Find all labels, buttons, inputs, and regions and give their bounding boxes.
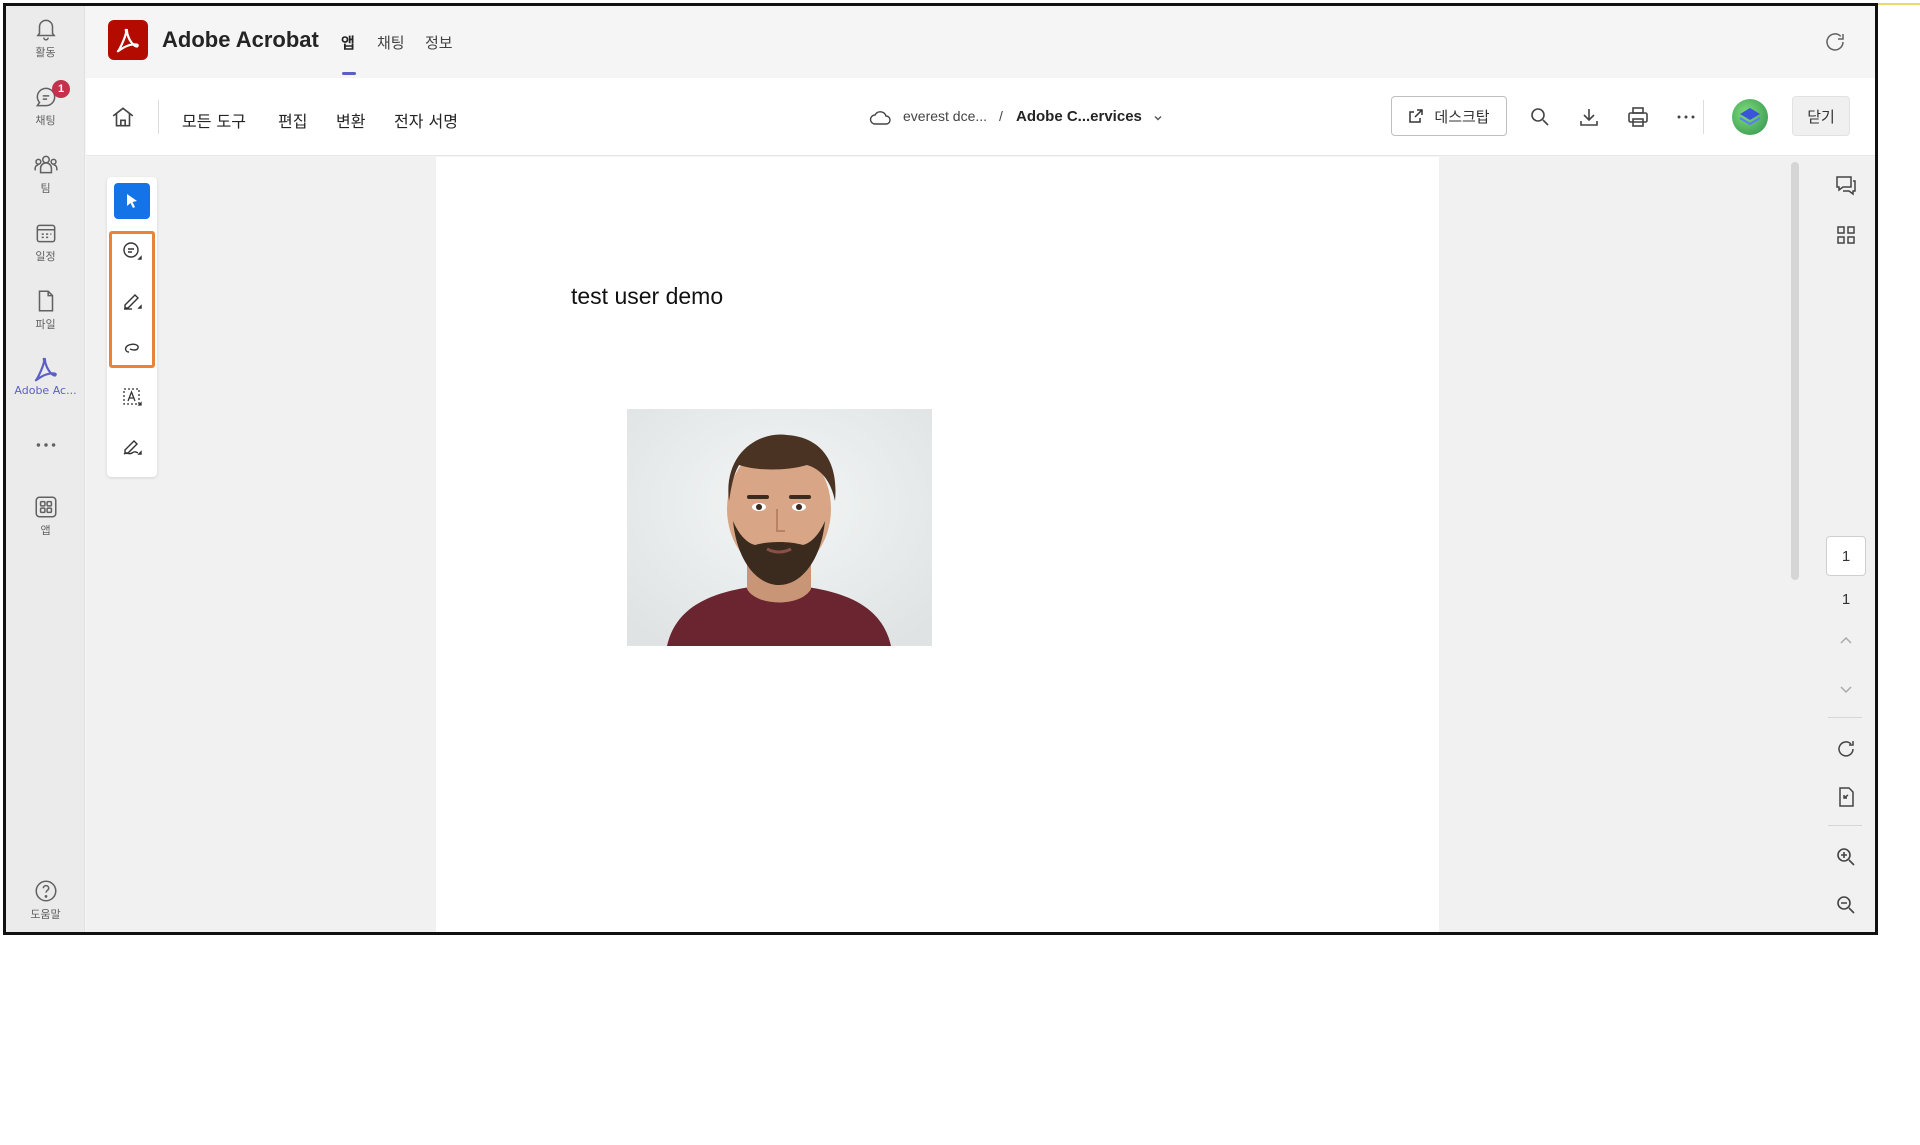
comment-tool[interactable]: [114, 233, 150, 269]
calendar-icon: [36, 224, 55, 243]
breadcrumb-location[interactable]: everest dce...: [903, 108, 987, 124]
vertical-scrollbar[interactable]: [1791, 162, 1799, 580]
page-fit-icon[interactable]: [1834, 785, 1858, 809]
rail-label: 도움말: [30, 908, 61, 921]
cursor-icon: [127, 194, 137, 208]
text-box-icon: [123, 388, 142, 406]
rail-label: 채팅: [35, 114, 56, 127]
acrobat-icon: [34, 357, 57, 382]
select-tool[interactable]: [114, 183, 150, 219]
acrobat-logo-icon: [108, 20, 148, 60]
rail-item-adobe-acrobat[interactable]: Adobe Ac...: [6, 356, 85, 397]
comments-panel-icon[interactable]: [1834, 173, 1858, 197]
profile-logo-icon: [1739, 108, 1761, 126]
acrobat-toolbar: 모든 도구 편집 변환 전자 서명 everest dce... / Adobe…: [86, 78, 1875, 156]
highlight-tool[interactable]: [114, 282, 150, 318]
rail-label: 일정: [35, 250, 56, 263]
close-button[interactable]: 닫기: [1792, 96, 1850, 136]
text-box-tool[interactable]: [114, 379, 150, 415]
rail-label: 팀: [40, 182, 51, 195]
current-page-input[interactable]: 1: [1826, 536, 1866, 576]
rail-item-teams[interactable]: 팀: [6, 152, 85, 196]
bell-icon: [35, 19, 56, 41]
rail-item-files[interactable]: 파일: [6, 288, 85, 332]
rail-item-activity[interactable]: 활동: [6, 16, 85, 60]
tab-about[interactable]: 정보: [425, 32, 453, 53]
app-title: Adobe Acrobat: [162, 27, 319, 52]
rail-item-chat[interactable]: 1 채팅: [6, 80, 85, 128]
menu-all-tools[interactable]: 모든 도구: [182, 108, 246, 132]
signature-pen-icon: [123, 440, 142, 455]
active-tab-indicator: [342, 72, 356, 75]
apps-icon: [34, 496, 57, 518]
thumbnails-icon[interactable]: [1834, 223, 1858, 247]
chevron-down-icon[interactable]: [1152, 112, 1164, 124]
divider: [158, 100, 159, 134]
tab-chat[interactable]: 채팅: [377, 32, 405, 53]
rail-item-calendar[interactable]: 일정: [6, 220, 85, 264]
menu-e-sign[interactable]: 전자 서명: [394, 108, 458, 132]
rail-label: 활동: [35, 46, 56, 59]
quick-tools-panel: [107, 177, 157, 477]
more-options-icon[interactable]: [1674, 105, 1698, 129]
help-icon: [34, 880, 57, 902]
divider: [1703, 100, 1704, 134]
chevron-down-icon[interactable]: [1834, 677, 1858, 701]
search-icon[interactable]: [1528, 105, 1552, 129]
breadcrumb-separator: /: [999, 108, 1003, 124]
total-pages: 1: [1841, 591, 1851, 608]
home-icon[interactable]: [110, 104, 136, 130]
cloud-icon: [869, 111, 891, 125]
download-icon[interactable]: [1577, 105, 1601, 129]
draw-tool[interactable]: [114, 330, 150, 366]
menu-convert[interactable]: 변환: [336, 108, 365, 132]
rail-item-help[interactable]: 도움말: [6, 878, 85, 922]
pen-icon: [124, 294, 142, 310]
external-link-icon: [1409, 109, 1424, 123]
open-desktop-button[interactable]: 데스크탑: [1391, 96, 1507, 136]
rail-item-more[interactable]: [6, 432, 85, 458]
pdf-page: test user demo: [436, 157, 1439, 932]
avatar[interactable]: [1732, 99, 1768, 135]
portrait-illustration: [627, 409, 932, 646]
comment-icon: [123, 242, 142, 260]
refresh-icon[interactable]: [1823, 30, 1847, 54]
unread-badge: 1: [52, 80, 70, 98]
app-window: 활동 1 채팅 팀 일정 파일 Adobe Ac... 앱 도움말 Adobe …: [3, 3, 1878, 935]
menu-edit[interactable]: 편집: [278, 108, 307, 132]
app-header: Adobe Acrobat 앱 채팅 정보: [86, 6, 1875, 78]
portrait-image[interactable]: [627, 409, 932, 646]
teams-rail: 활동 1 채팅 팀 일정 파일 Adobe Ac... 앱 도움말: [6, 6, 85, 932]
more-icon: [36, 443, 55, 447]
rotate-icon[interactable]: [1834, 737, 1858, 761]
tab-app[interactable]: 앱: [341, 32, 355, 53]
divider: [1828, 825, 1862, 826]
lasso-icon: [124, 343, 139, 353]
rail-label: 앱: [40, 524, 51, 537]
breadcrumb-file[interactable]: Adobe C...ervices: [1016, 108, 1142, 125]
right-tools-rail: 1 1: [1816, 157, 1875, 932]
print-icon[interactable]: [1626, 105, 1650, 129]
divider: [1828, 717, 1862, 718]
sign-tool[interactable]: [114, 428, 150, 464]
chevron-up-icon[interactable]: [1834, 629, 1858, 653]
open-desktop-label: 데스크탑: [1434, 107, 1490, 126]
rail-label: Adobe Ac...: [14, 384, 77, 397]
zoom-in-icon[interactable]: [1834, 845, 1858, 869]
file-icon: [38, 290, 53, 312]
rail-label: 파일: [35, 318, 56, 331]
rail-item-apps[interactable]: 앱: [6, 494, 85, 538]
zoom-out-icon[interactable]: [1834, 893, 1858, 917]
frame-accent-line: [1878, 3, 1920, 5]
teams-icon: [33, 155, 58, 174]
document-workspace: test user demo 1 1: [86, 157, 1875, 932]
document-text[interactable]: test user demo: [571, 283, 723, 310]
